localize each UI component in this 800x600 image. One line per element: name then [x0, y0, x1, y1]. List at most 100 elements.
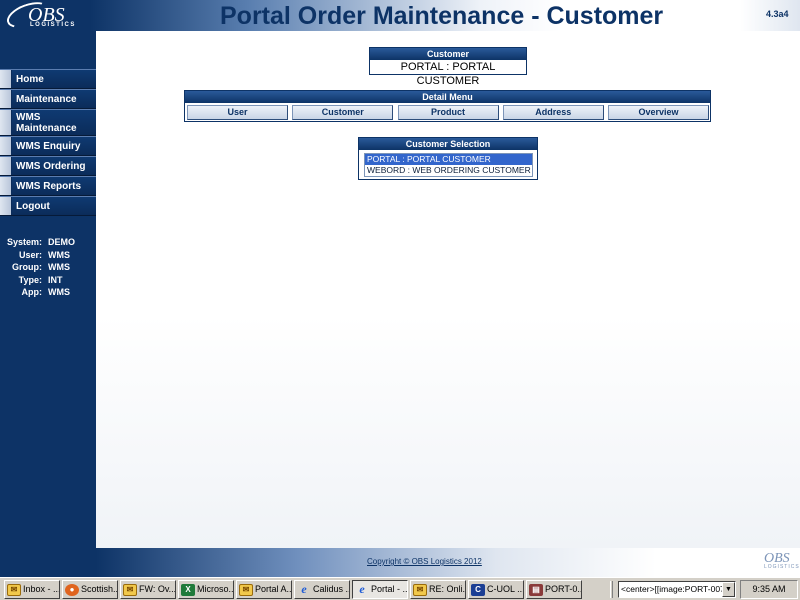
windows-taskbar: ✉ Inbox - ... ● Scottish... ✉ FW: Ov... X Mi… [0, 577, 800, 600]
sidebar-item-wms-reports[interactable]: WMS Reports [0, 176, 96, 196]
page-title: Portal Order Maintenance - Customer [220, 2, 664, 30]
ie-icon: e [301, 582, 307, 596]
nav-tab-edge [0, 70, 12, 88]
system-info: System: DEMO User: WMS Group: WMS Type: INT … [0, 236, 96, 299]
sidebar-item-label: WMS Enquiry [16, 140, 81, 152]
tab-product[interactable]: Product [397, 105, 499, 120]
customer-option[interactable]: WEBORD : WEB ORDERING CUSTOMER [365, 165, 532, 176]
outlook-icon: ✉ [7, 583, 21, 596]
taskbar-button[interactable]: ✉ RE: Onli... [410, 580, 466, 599]
sysinfo-value: WMS [48, 249, 70, 260]
logo-subtext: LOGISTICS [30, 22, 76, 28]
address-toolbar-value: <center>[[image:PORT-007 [621, 584, 725, 594]
outlook-icon: ✉ [239, 583, 253, 596]
sidebar-item-label: Logout [16, 200, 50, 212]
firefox-icon: ● [65, 583, 79, 596]
tab-address[interactable]: Address [502, 105, 604, 120]
nav-tab-edge [0, 90, 12, 108]
detail-menu-tabs: User Customer Product Address Overview [185, 103, 710, 120]
taskbar-button-label: Inbox - ... [23, 584, 60, 594]
outlook-icon: ✉ [123, 583, 137, 596]
nav-tab-edge [0, 137, 12, 155]
sysinfo-key: System: [6, 237, 42, 247]
sysinfo-row-app: App: WMS [0, 286, 96, 299]
taskbar-button-label: C-UOL ... [487, 584, 524, 594]
customer-selection-header: Customer Selection [359, 138, 537, 150]
version-label: 4.3a4 [766, 9, 789, 19]
footer-logo: OBS LOGISTICS [764, 551, 800, 570]
sysinfo-row-user: User: WMS [0, 249, 96, 262]
sidebar-item-label: WMS Ordering [16, 160, 86, 172]
customer-panel: Customer PORTAL : PORTAL CUSTOMER [369, 47, 527, 87]
sysinfo-value: WMS [48, 262, 70, 272]
outlook-icon: ✉ [413, 583, 427, 596]
system-clock[interactable]: 9:35 AM [740, 580, 798, 599]
taskbar-button[interactable]: ● Scottish... [62, 580, 118, 599]
obs-logo: OBS LOGISTICS [3, 0, 90, 33]
nav-tab-edge [0, 110, 12, 135]
taskbar-button[interactable]: ✉ Inbox - ... [4, 580, 60, 599]
customer-listbox[interactable]: PORTAL : PORTAL CUSTOMER WEBORD : WEB OR… [364, 153, 533, 177]
detail-menu-header: Detail Menu [185, 91, 710, 103]
taskbar-button-label: FW: Ov... [139, 584, 176, 594]
detail-menu-panel: Detail Menu User Customer Product Addres… [184, 90, 711, 122]
nav-tab-edge [0, 177, 12, 195]
sidebar-item-wms-maintenance[interactable]: WMS Maintenance [0, 109, 96, 136]
sysinfo-value: WMS [48, 287, 70, 297]
sidebar-item-label: Maintenance [16, 93, 77, 105]
taskbar-button[interactable]: ✉ Portal A... [236, 580, 292, 599]
address-toolbar-combo[interactable]: <center>[[image:PORT-007 ▼ [618, 581, 736, 598]
taskbar-button[interactable]: ▤ PORT-0... [526, 580, 582, 599]
taskbar-button-active[interactable]: e Portal - ... [352, 580, 408, 599]
sysinfo-key: Group: [12, 262, 42, 272]
tab-user[interactable]: User [187, 105, 288, 120]
taskbar-button-label: Microso... [197, 584, 234, 594]
taskbar-button-label: Portal - ... [371, 584, 408, 594]
taskbar-button[interactable]: ✉ FW: Ov... [120, 580, 176, 599]
main-content: Customer PORTAL : PORTAL CUSTOMER Detail… [96, 31, 800, 548]
taskbar-button[interactable]: C C-UOL ... [468, 580, 524, 599]
tab-customer[interactable]: Customer [292, 105, 394, 120]
taskbar-button-label: RE: Onli... [429, 584, 466, 594]
sidebar-item-logout[interactable]: Logout [0, 196, 96, 216]
cmd-icon: C [471, 583, 485, 596]
taskbar-button[interactable]: X Microso... [178, 580, 234, 599]
toolbar-grip[interactable] [610, 581, 613, 598]
sidebar-item-label: Home [16, 73, 44, 85]
sidebar-item-home[interactable]: Home [0, 69, 96, 89]
sysinfo-key: User: [18, 249, 42, 260]
tab-overview[interactable]: Overview [608, 105, 709, 120]
sysinfo-row-group: Group: WMS [0, 261, 96, 274]
sysinfo-row-type: Type: INT [0, 274, 96, 287]
excel-icon: X [181, 583, 195, 596]
taskbar-button[interactable]: e Calidus ... [294, 580, 350, 599]
sidebar-item-label: WMS Maintenance [16, 111, 77, 134]
sysinfo-key: Type: [18, 274, 42, 285]
nav-tab-edge [0, 197, 12, 215]
sidebar-item-label: WMS Reports [16, 180, 81, 192]
sysinfo-value: DEMO [48, 237, 75, 247]
ie-icon: e [359, 582, 365, 596]
sidebar-nav: Home Maintenance WMS Maintenance WMS Enq… [0, 69, 96, 216]
customer-selection-panel: Customer Selection PORTAL : PORTAL CUSTO… [358, 137, 538, 180]
taskbar-button-label: PORT-0... [545, 584, 582, 594]
customer-option[interactable]: PORTAL : PORTAL CUSTOMER [365, 154, 532, 165]
app-footer: Copyright © OBS Logistics 2012 OBS LOGIS… [96, 548, 800, 577]
sidebar: Home Maintenance WMS Maintenance WMS Enq… [0, 31, 96, 577]
sidebar-item-maintenance[interactable]: Maintenance [0, 89, 96, 109]
taskbar-button-label: Scottish... [81, 584, 118, 594]
app-header: OBS LOGISTICS Portal Order Maintenance -… [0, 0, 800, 33]
copyright-link[interactable]: Copyright © OBS Logistics 2012 [367, 557, 482, 566]
footer-logo-subtext: LOGISTICS [764, 564, 800, 570]
chevron-down-icon[interactable]: ▼ [722, 582, 735, 597]
taskbar-button-label: Portal A... [255, 584, 292, 594]
pdf-icon: ▤ [529, 583, 543, 596]
customer-panel-header: Customer [370, 48, 526, 60]
sidebar-item-wms-enquiry[interactable]: WMS Enquiry [0, 136, 96, 156]
sysinfo-value: INT [48, 274, 63, 285]
current-customer-value: PORTAL : PORTAL CUSTOMER [400, 61, 496, 87]
nav-tab-edge [0, 157, 12, 175]
sysinfo-key: App: [21, 287, 43, 297]
taskbar-button-label: Calidus ... [313, 584, 350, 594]
sidebar-item-wms-ordering[interactable]: WMS Ordering [0, 156, 96, 176]
